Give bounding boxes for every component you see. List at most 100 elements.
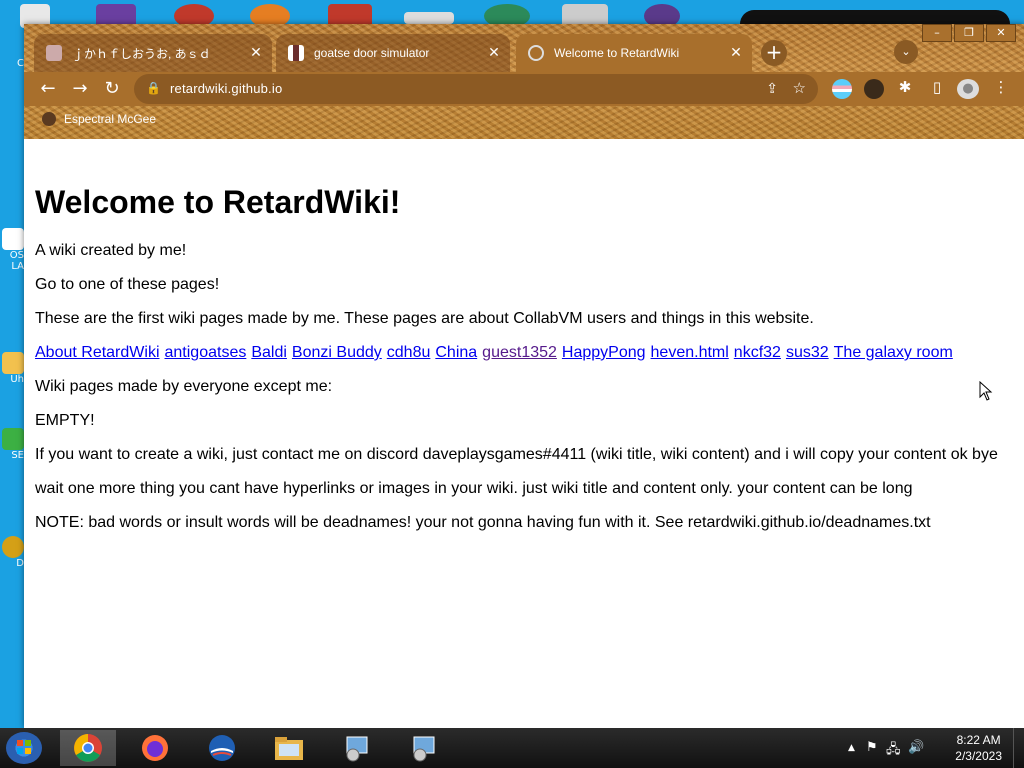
wiki-link[interactable]: Baldi (251, 344, 287, 361)
desktop-icon-label: C (17, 58, 24, 69)
bookmark-label: Espectral McGee (64, 112, 157, 126)
wiki-link[interactable]: antigoatses (165, 344, 247, 361)
extension-avatar-icon[interactable] (864, 79, 884, 99)
tab-3-active[interactable]: Welcome to RetardWiki ✕ (516, 34, 752, 72)
tab-close-icon[interactable]: ✕ (484, 45, 504, 61)
taskbar-chrome[interactable] (60, 730, 116, 766)
minimize-button[interactable]: – (922, 24, 952, 42)
tab-favicon-icon (46, 45, 62, 61)
address-bar[interactable]: 🔒 retardwiki.github.io ⇪ ☆ (134, 74, 818, 104)
create-text: If you want to create a wiki, just conta… (35, 446, 998, 463)
chevron-down-icon[interactable]: ⌄ (894, 40, 918, 64)
extensions-puzzle-icon[interactable]: ✱ (894, 78, 916, 96)
tab-title: Welcome to RetardWiki (554, 46, 680, 60)
tab-strip: ｊかｈｆしおうお, あｓｄ ✕ goatse door simulator ✕ … (24, 24, 1024, 72)
firefox-icon (142, 735, 168, 761)
close-window-button[interactable]: ✕ (986, 24, 1016, 42)
desktop-icon-label: LA (11, 261, 24, 272)
extension-flag-icon[interactable] (832, 79, 852, 99)
wiki-link[interactable]: China (435, 344, 477, 361)
tab-1[interactable]: ｊかｈｆしおうお, あｓｄ ✕ (34, 34, 272, 72)
wiki-link[interactable]: guest1352 (482, 344, 557, 361)
toolbar: ← → ↻ 🔒 retardwiki.github.io ⇪ ☆ ✱ ▯ ● ⋮ (24, 72, 1024, 106)
system-tray: ▲ ⚑ 🖧 🔊 8:22 AM 2/3/2023 (834, 728, 1024, 768)
desktop-icon-label: D (16, 558, 24, 569)
app-icon (2, 428, 24, 450)
desktop-icon-label: OS (9, 250, 24, 261)
taskbar: ▲ ⚑ 🖧 🔊 8:22 AM 2/3/2023 (0, 728, 1024, 768)
back-arrow-icon[interactable]: ← (36, 78, 60, 100)
taskbar-setup-1[interactable] (328, 730, 384, 766)
taskbar-firefox[interactable] (127, 730, 183, 766)
network-icon[interactable]: 🖧 (886, 740, 901, 762)
forward-arrow-icon[interactable]: → (68, 78, 92, 100)
taskbar-setup-2[interactable] (395, 730, 451, 766)
everyone-text: Wiki pages made by everyone except me: (35, 378, 333, 395)
clock[interactable]: 8:22 AM 2/3/2023 (955, 732, 1002, 764)
app-icon (2, 228, 24, 250)
browser-window: ｊかｈｆしおうお, あｓｄ ✕ goatse door simulator ✕ … (24, 24, 1024, 728)
goto-text: Go to one of these pages! (35, 276, 220, 293)
tab-close-icon[interactable]: ✕ (246, 45, 266, 61)
side-panel-icon[interactable]: ▯ (926, 78, 948, 96)
taskbar-file-explorer[interactable] (261, 730, 317, 766)
desktop-top-icon[interactable] (404, 12, 454, 24)
globe-icon (528, 45, 544, 61)
wiki-links: About RetardWiki antigoatses Baldi Bonzi Bu… (35, 343, 958, 363)
tab-title: goatse door simulator (314, 46, 430, 60)
maximize-button[interactable]: ❐ (954, 24, 984, 42)
window-controls: – ❐ ✕ (920, 24, 1016, 42)
tray-expand-icon[interactable]: ▲ (848, 743, 855, 753)
wiki-link[interactable]: The galaxy room (834, 344, 953, 361)
show-desktop-button[interactable] (1013, 728, 1024, 768)
url-text: retardwiki.github.io (170, 81, 283, 96)
app-icon (2, 536, 24, 558)
new-tab-button[interactable]: + (761, 40, 787, 66)
wiki-link[interactable]: sus32 (786, 344, 829, 361)
bookmark-item[interactable]: Espectral McGee (42, 112, 156, 126)
tab-2[interactable]: goatse door simulator ✕ (276, 34, 510, 72)
bookmark-favicon-icon (42, 112, 56, 126)
first-pages-text: These are the first wiki pages made by m… (35, 310, 814, 327)
installer-icon (413, 736, 435, 762)
bookmarks-bar: Espectral McGee (24, 108, 1024, 136)
reload-icon[interactable]: ↻ (100, 78, 124, 100)
page-content: Welcome to RetardWiki! A wiki created by… (24, 139, 1024, 728)
desktop-icon-1[interactable]: C (0, 58, 24, 69)
chrome-icon (74, 734, 102, 762)
taskbar-app-3[interactable] (194, 730, 250, 766)
tab-title: ｊかｈｆしおうお, あｓｄ (72, 46, 211, 61)
menu-kebab-icon[interactable]: ⋮ (990, 78, 1012, 96)
volume-icon[interactable]: 🔊 (908, 740, 924, 755)
folder-icon (275, 737, 303, 760)
wiki-link[interactable]: heven.html (651, 344, 729, 361)
start-button[interactable] (6, 732, 42, 764)
note-text: NOTE: bad words or insult words will be … (35, 514, 931, 531)
wiki-link[interactable]: HappyPong (562, 344, 646, 361)
desktop-icon-3[interactable]: Uh (0, 352, 24, 385)
share-icon[interactable]: ⇪ (766, 80, 778, 97)
desktop-icon-2[interactable]: OS LA (0, 228, 24, 272)
lock-icon: 🔒 (146, 81, 161, 95)
installer-icon (346, 736, 368, 762)
desktop-icon-label: SE (11, 450, 24, 461)
wiki-link[interactable]: About RetardWiki (35, 344, 160, 361)
desktop-icon-5[interactable]: D (0, 536, 24, 569)
star-icon[interactable]: ☆ (793, 79, 806, 97)
flag-icon[interactable]: ⚑ (866, 740, 878, 755)
intro-text: A wiki created by me! (35, 242, 187, 259)
wiki-link[interactable]: nkcf32 (734, 344, 781, 361)
clock-time: 8:22 AM (956, 733, 1001, 747)
browser-chrome: ｊかｈｆしおうお, あｓｄ ✕ goatse door simulator ✕ … (24, 24, 1024, 139)
profile-icon[interactable]: ● (957, 79, 979, 99)
wait-text: wait one more thing you cant have hyperl… (35, 480, 913, 497)
tab-close-icon[interactable]: ✕ (726, 45, 746, 61)
wiki-link[interactable]: Bonzi Buddy (292, 344, 382, 361)
windows-logo-icon (17, 740, 31, 754)
desktop-icon-4[interactable]: SE (0, 428, 24, 461)
tab-favicon-icon (288, 45, 304, 61)
mouse-cursor-icon (979, 381, 993, 401)
circle-logo-icon (209, 735, 235, 761)
desktop-top-icon (740, 10, 1010, 24)
wiki-link[interactable]: cdh8u (387, 344, 431, 361)
